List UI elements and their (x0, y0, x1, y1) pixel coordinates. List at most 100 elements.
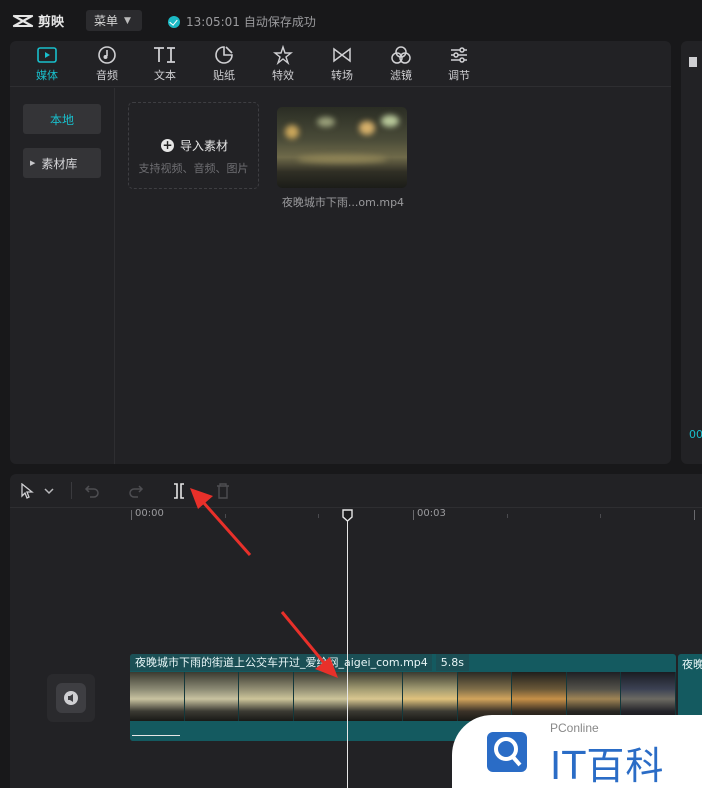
menu-label: 菜单 (94, 14, 119, 28)
select-tool-button[interactable] (17, 481, 37, 501)
clip-frame (239, 672, 294, 721)
tab-filter-label: 滤镜 (390, 69, 412, 82)
tab-effects-label: 特效 (272, 69, 294, 82)
clip-frame (130, 672, 185, 721)
media-panel: 媒体 音频 文本 贴纸 特效 转场 滤镜 调节 本地 ▶ 素材库 + 导入素材 … (10, 41, 671, 464)
track-audio-toggle[interactable] (47, 674, 95, 722)
undo-button[interactable] (82, 481, 102, 501)
app-name: 剪映 (38, 15, 65, 30)
trash-icon (217, 483, 229, 499)
tab-sticker[interactable]: 贴纸 (199, 41, 249, 87)
audio-toggle-inner (56, 683, 86, 713)
tab-transition[interactable]: 转场 (317, 41, 367, 87)
ruler-label-mid: 00:03 (417, 508, 446, 519)
redo-button[interactable] (126, 481, 146, 501)
ruler-tick (131, 510, 132, 520)
clip-frame (621, 672, 676, 721)
audio-icon (98, 46, 116, 64)
filter-icon (391, 46, 411, 64)
delete-button[interactable] (213, 481, 233, 501)
plus-icon: + (161, 138, 174, 152)
ruler-tick (694, 510, 695, 520)
menu-button[interactable]: 菜单 ▼ (86, 10, 142, 31)
player-panel: 00 (681, 41, 702, 464)
watermark-brand-small: PConline (550, 721, 599, 735)
select-mode-dropdown[interactable] (43, 481, 55, 501)
magnifier-logo-icon (487, 732, 527, 772)
sticker-icon (215, 46, 233, 64)
import-hint: 支持视频、音频、图片 (138, 162, 249, 175)
timeline-toolbar (10, 474, 702, 508)
top-bar: 剪映 菜单 ▼ 13:05:01 自动保存成功 (0, 0, 702, 40)
clip-name: 夜晚城市下雨的街道上公交车开过_爱给网_aigei_com.mp4 (130, 654, 432, 671)
chevron-down-icon: ▼ (124, 15, 131, 26)
playhead-handle[interactable] (342, 509, 353, 522)
ruler-subtick (225, 514, 226, 518)
import-label: 导入素材 (180, 139, 229, 153)
bokeh-light (359, 121, 375, 135)
clip-speed-indicator (132, 735, 180, 736)
ruler-subtick (600, 514, 601, 518)
nav-library[interactable]: ▶ 素材库 (23, 148, 101, 178)
playhead-line (347, 520, 348, 788)
split-icon (174, 483, 184, 499)
bokeh-light (381, 115, 399, 127)
clip-frame (512, 672, 567, 721)
tab-sticker-label: 贴纸 (213, 69, 235, 82)
speaker-icon (64, 691, 78, 705)
tab-adjust-label: 调节 (448, 69, 470, 82)
clip-frame (348, 672, 403, 721)
tab-media-label: 媒体 (36, 69, 58, 82)
app-logo: 剪映 (12, 11, 64, 30)
nav-library-label: 素材库 (41, 156, 78, 171)
autosave-status: 13:05:01 自动保存成功 (168, 13, 316, 30)
ruler-subtick (318, 514, 319, 518)
clip-frame (402, 672, 458, 721)
clip-duration: 5.8s (435, 654, 470, 671)
clip-frames (130, 672, 676, 721)
pconline-watermark: PConline IT百科 (452, 715, 702, 788)
clip-frame (457, 672, 513, 721)
media-thumbnail[interactable] (277, 107, 407, 188)
transition-icon (333, 47, 351, 63)
street-reflection (297, 155, 387, 163)
bokeh-light (317, 117, 335, 127)
split-button[interactable] (169, 481, 189, 501)
tab-adjust[interactable]: 调节 (434, 41, 484, 87)
save-text: 自动保存成功 (243, 15, 316, 29)
media-icon (37, 47, 57, 63)
tab-audio[interactable]: 音频 (82, 41, 132, 87)
triangle-right-icon: ▶ (30, 159, 36, 167)
clip-frame (293, 672, 349, 721)
nav-local[interactable]: 本地 (23, 104, 101, 134)
redo-icon (129, 485, 144, 498)
player-time-fragment: 00 (689, 428, 702, 441)
clip-header: 夜晚城市下雨的街道上公交车开过_爱给网_aigei_com.mp4 5.8s (130, 654, 676, 671)
tab-effects[interactable]: 特效 (258, 41, 308, 87)
undo-icon (84, 485, 99, 498)
chevron-down-icon (44, 488, 54, 495)
ruler-subtick (507, 514, 508, 518)
ruler-tick (413, 510, 414, 520)
cursor-arrow-icon (21, 483, 34, 499)
clip2-label: 夜晚 (682, 658, 702, 671)
import-media-button[interactable]: + 导入素材 支持视频、音频、图片 (128, 102, 259, 189)
panel-tab-fragment (689, 57, 697, 67)
text-icon (154, 47, 175, 63)
save-time: 13:05:01 (186, 14, 240, 29)
media-side-nav: 本地 ▶ 素材库 (10, 88, 115, 464)
bokeh-light (285, 125, 299, 139)
tab-audio-label: 音频 (96, 69, 118, 82)
clip-frame (184, 672, 240, 721)
media-filename: 夜晚城市下雨...om.mp4 (281, 196, 405, 209)
tab-text[interactable]: 文本 (140, 41, 190, 87)
tab-transition-label: 转场 (331, 69, 353, 82)
adjust-icon (451, 47, 467, 63)
tab-media[interactable]: 媒体 (22, 41, 72, 87)
toolbar-separator (71, 482, 72, 499)
import-row: + 导入素材 (161, 137, 228, 154)
effects-icon (273, 45, 293, 65)
tab-filter[interactable]: 滤镜 (376, 41, 426, 87)
check-circle-icon (168, 15, 180, 28)
time-ruler[interactable]: 00:00 00:03 (10, 508, 702, 526)
